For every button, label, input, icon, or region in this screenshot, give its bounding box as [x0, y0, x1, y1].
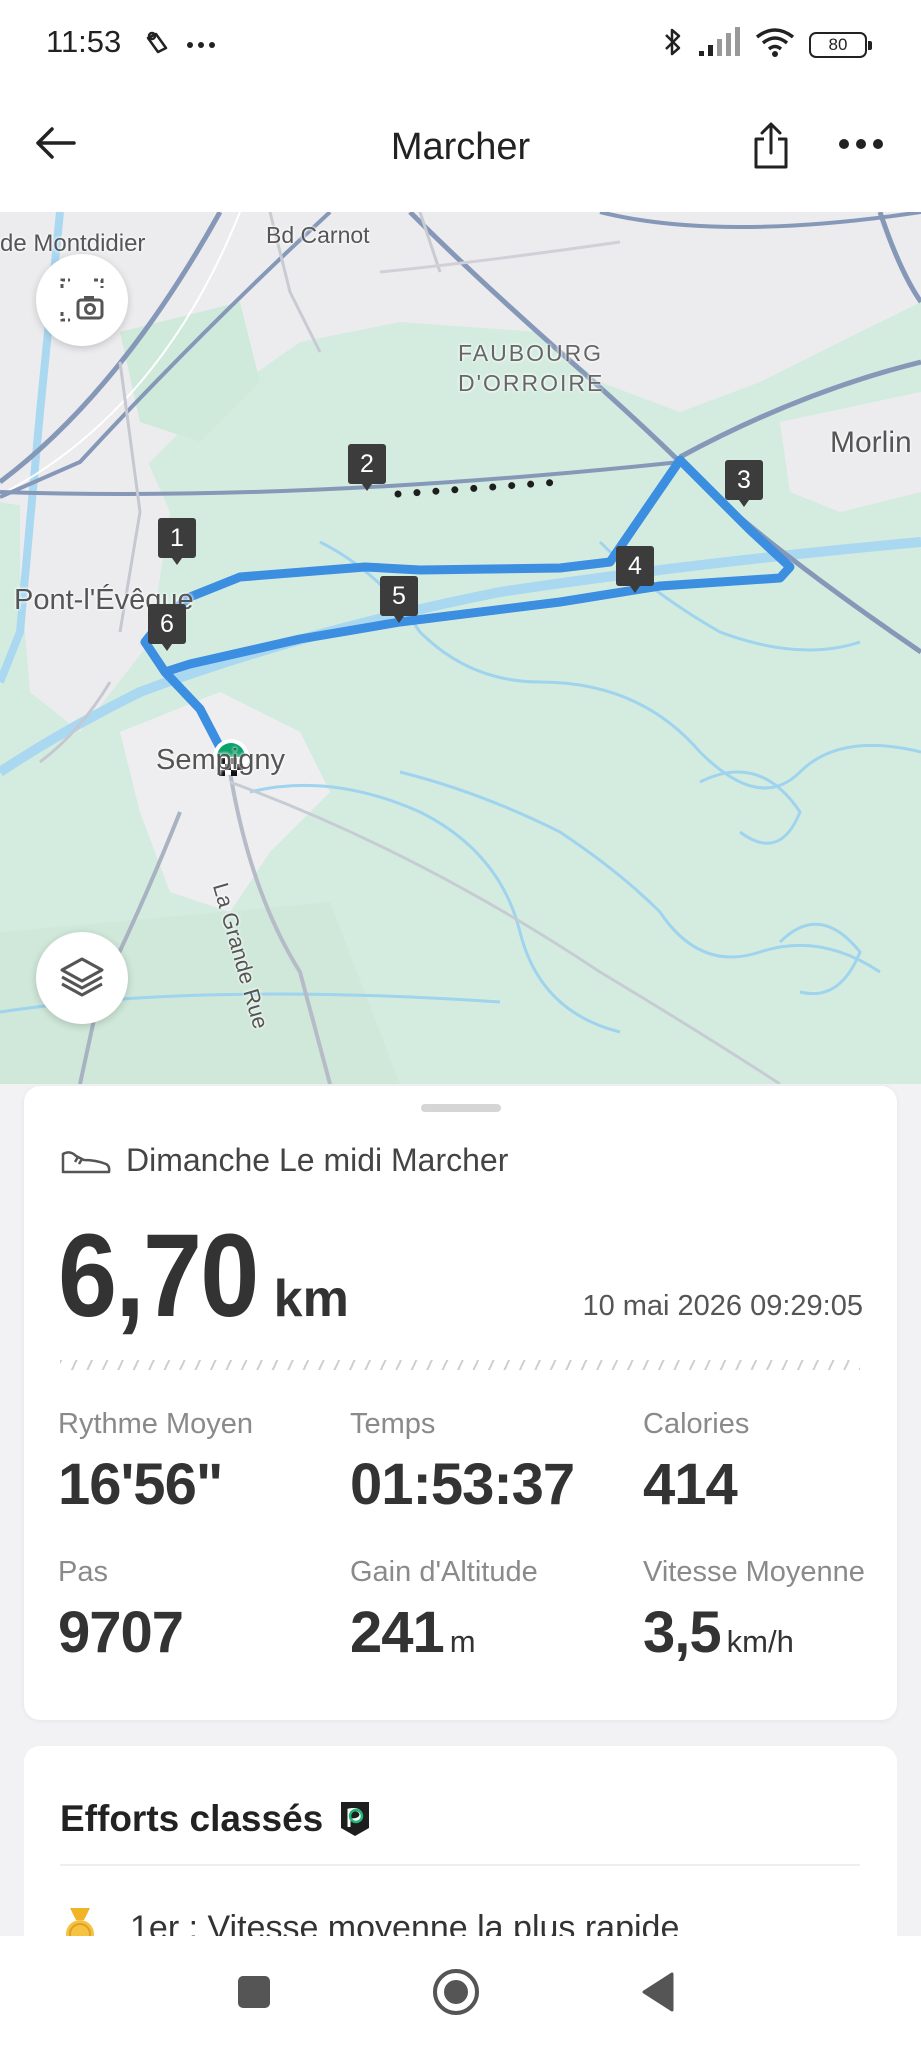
- pr-badge-icon: [341, 1802, 370, 1836]
- stat-speed: Vitesse Moyenne 3,5 km/h: [643, 1556, 865, 1666]
- map-label-morlin: Morlin: [830, 426, 912, 459]
- signal-icon: [697, 27, 741, 62]
- km-marker-6[interactable]: 6: [148, 604, 186, 651]
- divider: [60, 1864, 860, 1866]
- stat-label: Calories: [643, 1408, 750, 1440]
- stat-label: Gain d'Altitude: [350, 1556, 538, 1588]
- status-right-icons: 80: [663, 26, 872, 63]
- more-dots-icon: [839, 139, 883, 149]
- map-label-faubourg-2: D'ORROIRE: [458, 370, 605, 396]
- stat-label: Pas: [58, 1556, 108, 1588]
- recents-button[interactable]: [224, 1962, 284, 2022]
- stat-value: 16'56": [58, 1452, 223, 1517]
- stat-label: Temps: [350, 1408, 436, 1440]
- map-layers-button[interactable]: [36, 932, 128, 1024]
- app-header: Marcher: [0, 88, 921, 212]
- efforts-header: Efforts classés: [60, 1798, 373, 1840]
- recents-square-icon: [238, 1976, 270, 2008]
- stat-elevation: Gain d'Altitude 241 m: [350, 1556, 538, 1666]
- home-button[interactable]: [426, 1962, 486, 2022]
- km-marker-4[interactable]: 4: [616, 546, 654, 593]
- layers-icon: [60, 957, 104, 997]
- divider: [60, 1360, 860, 1370]
- stat-value-row: 241 m: [350, 1599, 538, 1666]
- stat-label: Rythme Moyen: [58, 1408, 254, 1440]
- map-label-sempigny: Sempigny: [156, 744, 285, 776]
- distance: 6,70 km: [58, 1208, 349, 1344]
- stat-value: 3,5: [643, 1600, 722, 1665]
- km-marker-3[interactable]: 3: [725, 460, 763, 507]
- stat-label: Vitesse Moyenne: [643, 1556, 865, 1588]
- stat-calories: Calories 414: [643, 1408, 749, 1518]
- stat-value: 9707: [58, 1600, 184, 1665]
- screenshot-icon: [60, 278, 104, 322]
- drag-handle[interactable]: [421, 1104, 501, 1112]
- stat-value: 241: [350, 1600, 445, 1665]
- shoe-icon: [61, 1150, 111, 1173]
- share-icon: [754, 122, 788, 169]
- share-button[interactable]: [745, 118, 797, 172]
- km-marker-2[interactable]: 2: [348, 444, 386, 491]
- map-label-bd-carnot: Bd Carnot: [266, 222, 370, 248]
- map-screenshot-button[interactable]: [36, 254, 128, 346]
- home-circle-icon: [433, 1969, 479, 2015]
- route-map[interactable]: de Montdidier Bd Carnot FAUBOURG D'ORROI…: [0, 212, 921, 1084]
- activity-header: Dimanche Le midi Marcher: [60, 1142, 508, 1179]
- stat-pace: Rythme Moyen 16'56": [58, 1408, 253, 1518]
- more-dots-icon: [186, 37, 216, 55]
- stat-time: Temps 01:53:37: [350, 1408, 575, 1518]
- km-marker-1[interactable]: 1: [158, 518, 196, 565]
- status-time: 11:53: [46, 24, 122, 59]
- more-options-button[interactable]: [833, 122, 889, 166]
- stat-unit: m: [449, 1624, 476, 1659]
- system-back-button[interactable]: [628, 1962, 688, 2022]
- activity-name: Dimanche Le midi Marcher: [126, 1142, 509, 1178]
- wifi-icon: [755, 27, 795, 62]
- battery-icon: 80: [809, 31, 872, 58]
- stat-value-row: 3,5 km/h: [643, 1599, 865, 1666]
- km-marker-5[interactable]: 5: [380, 576, 418, 623]
- stat-unit: km/h: [726, 1624, 794, 1659]
- distance-value: 6,70: [58, 1210, 259, 1342]
- stat-value: 01:53:37: [350, 1452, 575, 1517]
- status-left-icons: [142, 28, 216, 63]
- distance-unit: km: [273, 1270, 349, 1328]
- back-triangle-icon: [642, 1972, 674, 2012]
- bluetooth-icon: [663, 26, 683, 63]
- efforts-title: Efforts classés: [60, 1798, 324, 1839]
- stat-steps: Pas 9707: [58, 1556, 184, 1666]
- system-nav-bar: [0, 1936, 921, 2048]
- status-bar: 11:53 80: [0, 0, 921, 88]
- map-label-faubourg-1: FAUBOURG: [458, 340, 604, 366]
- activity-datetime: 10 mai 2026 09:29:05: [582, 1290, 863, 1322]
- activity-summary-card: Dimanche Le midi Marcher 6,70 km 10 mai …: [24, 1086, 897, 1720]
- stat-value: 414: [643, 1452, 738, 1517]
- hand-icon: [142, 28, 172, 63]
